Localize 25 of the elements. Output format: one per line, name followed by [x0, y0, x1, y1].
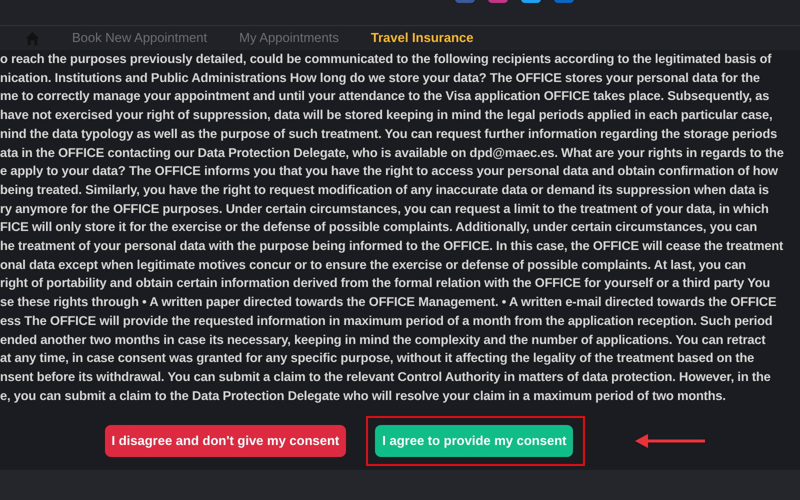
consent-text-line: ess The OFFICE will provide the requested information in maximum period of a month from the application reception. Such period — [0, 312, 774, 330]
consent-text-line: o reach the purposes previously detailed, could be communicated to the following recipients according to the legitimated basis of — [0, 50, 772, 68]
consent-text-line: he treatment of your personal data with the purpose being informed to the OFFICE. In this case, the OFFICE will cease the treatment — [0, 237, 784, 256]
consent-text-line: have not exercised your right of suppression, data will be stored keeping in mind the legal periods applied in each particular case, — [0, 106, 774, 124]
decline-button[interactable]: I disagree and don't give my consent — [104, 425, 346, 457]
nav-tab[interactable]: My Appointments — [239, 28, 339, 48]
consent-text-line: onal data except when legitimate motives concur or to ensure the exercise or defense of possible complaints. At last, you can — [0, 256, 747, 274]
consent-text-line: nication. Institutions and Public Administrations How long do we store your data? The OFFICE stores your personal data for the — [0, 68, 761, 87]
accept-button[interactable]: I agree to provide my consent — [375, 425, 574, 457]
consent-text-line: nsent before its withdrawal. You can submit a claim to the relevant Control Authority in matters of data protection. However, in the — [0, 368, 772, 386]
nav-tab[interactable]: Book New Appointment — [72, 28, 208, 48]
arrow-icon — [635, 434, 706, 448]
consent-text-line: e, you can submit a claim to the Data Protection Delegate who will resolve your claim in a maximum period of two months. — [0, 386, 727, 405]
consent-text-line: FICE will only store it for the exercise or the defense of possible complaints. Additionally, under certain circumstances, you can — [0, 218, 758, 236]
consent-text-line: at any time, in case consent was granted for any specific purpose, without it affecting the legality of the treatment based on the — [0, 349, 756, 368]
consent-text-line: right of portability and obtain certain information derived from the formal relation with the OFFICE for yourself or a third party You — [0, 274, 772, 292]
consent-text-line: me to correctly manage your appointment and until your attendance to the Visa application OFFICE takes place. Subsequently, as — [0, 87, 770, 106]
consent-text-line: ata in the OFFICE contacting our Data Protection Delegate, who is available on dpd@maec.es. What are your rights in regards to the — [0, 144, 785, 162]
consent-text-line: ended another two months in case its necessary, keeping in mind the complexity and the number of applications. You can retract — [0, 330, 766, 349]
consent-text-line: nind the data typology as well as the purpose of such treatment. You can request further information regarding the storage periods — [0, 124, 778, 143]
consent-text-line: ry anymore for the OFFICE purposes. Under certain circumstances, you can request a limit to the treatment of your data, in which — [0, 200, 770, 218]
nav-tab[interactable]: Travel Insurance — [370, 28, 474, 48]
consent-text-line: being treated. Similarly, you have the right to request modification of any inaccurate data or demand its suppression when data is — [0, 180, 770, 199]
consent-text-line: se these rights through • A written paper directed towards the OFFICE Management. • A written e-mail directed towards the OFFICE — [0, 293, 778, 312]
consent-text-line: e apply to your data? The OFFICE informs you that you have the right to access your personal data and obtain confirmation of how — [0, 162, 779, 180]
